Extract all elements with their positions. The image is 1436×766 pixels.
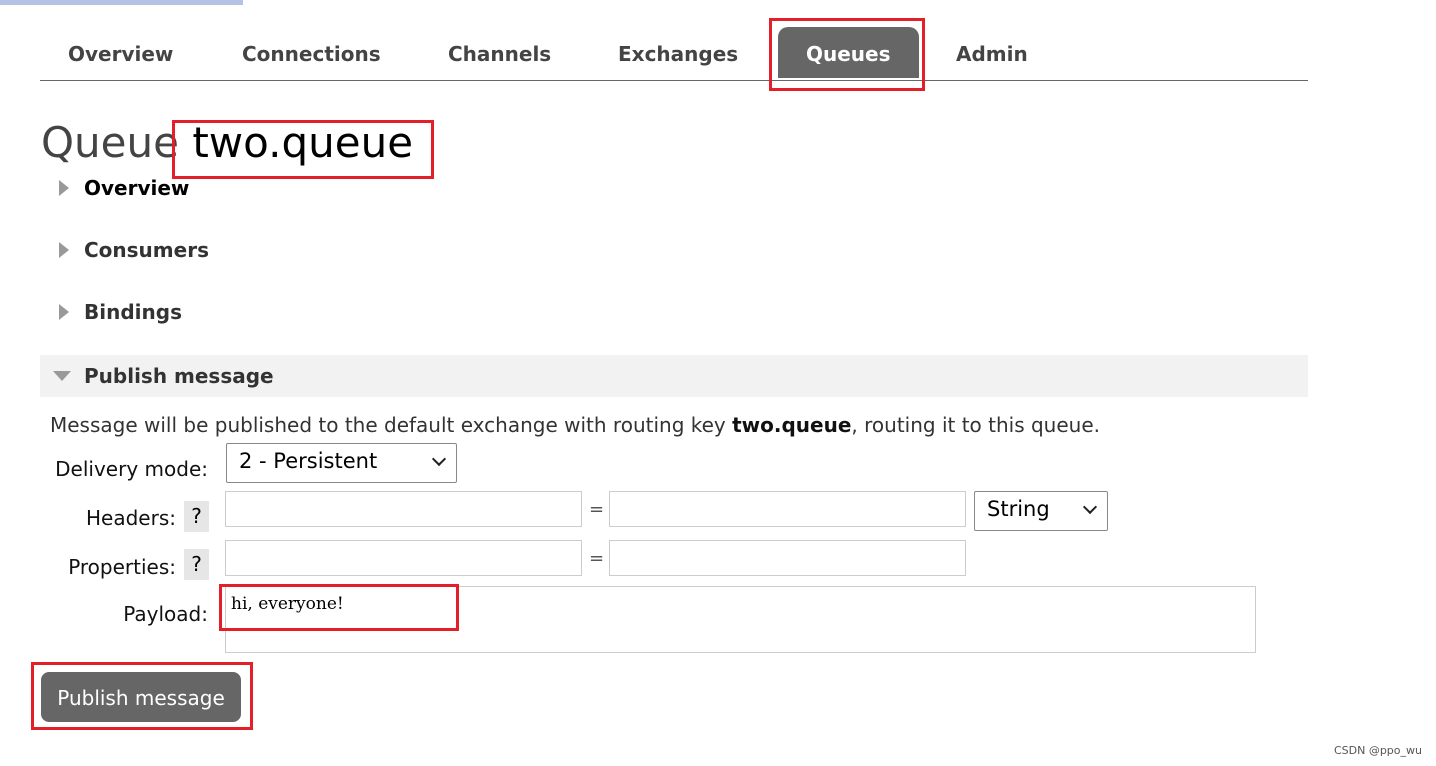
header-key-input[interactable] <box>225 491 582 527</box>
section-label: Overview <box>84 176 190 200</box>
delivery-mode-select[interactable]: 2 - Persistent <box>226 443 457 483</box>
annotation-box <box>31 662 253 730</box>
caret-right-icon <box>59 242 69 258</box>
info-text: , routing it to this queue. <box>851 413 1100 437</box>
equals-sign: = <box>589 499 605 520</box>
section-bindings[interactable]: Bindings <box>40 291 1308 333</box>
tab-channels[interactable]: Channels <box>448 42 551 66</box>
info-text: Message will be published to the default… <box>50 413 733 437</box>
caret-right-icon <box>59 180 69 196</box>
property-key-input[interactable] <box>225 540 582 576</box>
properties-label: Properties: <box>68 555 176 579</box>
caret-down-icon <box>53 371 71 381</box>
section-label: Consumers <box>84 238 209 262</box>
tab-overview[interactable]: Overview <box>68 42 173 66</box>
headers-help-button[interactable]: ? <box>184 501 209 532</box>
payload-label: Payload: <box>123 602 208 626</box>
header-value-input[interactable] <box>609 491 966 527</box>
watermark: CSDN @ppo_wu <box>1333 744 1422 757</box>
header-type-select[interactable]: String <box>974 491 1108 531</box>
equals-sign: = <box>589 548 605 569</box>
tab-connections[interactable]: Connections <box>242 42 381 66</box>
properties-help-button[interactable]: ? <box>184 549 209 580</box>
delivery-mode-label: Delivery mode: <box>55 457 208 481</box>
section-label: Bindings <box>84 300 182 324</box>
select-value: String <box>987 497 1050 521</box>
tab-exchanges[interactable]: Exchanges <box>618 42 738 66</box>
title-prefix: Queue <box>41 118 179 167</box>
caret-right-icon <box>59 304 69 320</box>
annotation-box <box>769 18 925 91</box>
tab-admin[interactable]: Admin <box>956 42 1028 66</box>
chevron-down-icon <box>1082 499 1098 515</box>
section-publish-message[interactable]: Publish message <box>40 355 1308 397</box>
routing-key: two.queue <box>732 413 852 437</box>
chevron-down-icon <box>431 451 447 467</box>
select-value: 2 - Persistent <box>239 449 378 473</box>
main-nav: Overview Connections Channels Exchanges … <box>40 20 1308 81</box>
section-consumers[interactable]: Consumers <box>40 229 1308 271</box>
publish-info: Message will be published to the default… <box>50 413 1100 437</box>
section-label: Publish message <box>84 364 274 388</box>
headers-label: Headers: <box>86 506 176 530</box>
browser-tab-strip <box>0 0 243 5</box>
annotation-box <box>219 584 459 631</box>
property-value-input[interactable] <box>609 540 966 576</box>
section-overview[interactable]: Overview <box>40 167 1308 209</box>
